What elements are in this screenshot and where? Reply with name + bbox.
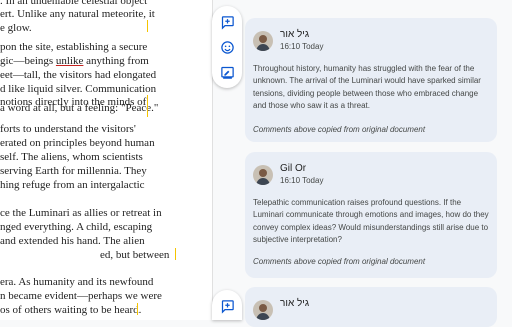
comment-anchor-marker[interactable] <box>147 95 148 117</box>
copied-comments-note: Comments above copied from original docu… <box>253 257 426 266</box>
document-line: ce the Luminari as allies or retreat in <box>0 207 162 219</box>
comment-card[interactable]: גיל אור <box>245 287 497 327</box>
document-line: os of others waiting to be heard. <box>0 304 142 316</box>
document-line: eet—tall, the visitors had elongated <box>0 69 157 81</box>
comment-text: Throughout history, humanity has struggl… <box>253 64 481 111</box>
emoji-reaction-button[interactable] <box>217 37 237 57</box>
side-toolbar-bottom <box>212 290 242 320</box>
add-comment-button[interactable] <box>217 296 237 316</box>
comment-anchor-marker[interactable] <box>175 248 176 260</box>
comment-author: גיל אור <box>280 29 310 40</box>
document-line: n became evident—perhaps we were <box>0 290 162 302</box>
document-pane[interactable]: . In an undeniable celestial object ert.… <box>0 0 212 320</box>
add-comment-button[interactable] <box>217 12 237 32</box>
comment-timestamp: 16:10 Today <box>280 42 324 51</box>
document-line: hing refuge from an intergalactic <box>0 179 145 191</box>
comment-text: Telepathic communication raises profound… <box>253 198 489 245</box>
add-comment-icon <box>221 15 234 30</box>
document-line: self. The aliens, whom scientists <box>0 151 143 163</box>
avatar <box>253 31 273 51</box>
comment-author: Gil Or <box>280 163 307 174</box>
comment-anchor-marker[interactable] <box>137 303 138 315</box>
comment-author: גיל אור <box>280 298 310 309</box>
document-line: serving Earth for millennia. They <box>0 165 147 177</box>
document-line: ert. Unlike any natural meteorite, it <box>0 8 155 20</box>
document-line: erated on principles beyond human <box>0 137 155 149</box>
document-line: e glow. <box>0 22 32 34</box>
add-comment-icon <box>221 299 234 314</box>
avatar <box>253 300 273 320</box>
document-line: nged everything. A child, escaping <box>0 221 153 233</box>
emoji-reaction-icon <box>220 40 234 54</box>
document-line: forts to understand the visitors' <box>0 123 136 135</box>
document-line: a word at all, but a feeling: "Peace." <box>0 102 159 114</box>
suggest-edit-icon <box>220 66 234 79</box>
side-toolbar <box>212 6 242 88</box>
comment-card[interactable]: גיל אור 16:10 Today Throughout history, … <box>245 18 497 142</box>
document-line: d like liquid silver. Communication <box>0 83 157 95</box>
comment-timestamp: 16:10 Today <box>280 176 324 185</box>
comment-anchor-marker[interactable] <box>147 20 148 32</box>
copied-comments-note: Comments above copied from original docu… <box>253 125 426 134</box>
document-line: era. As humanity and its newfound <box>0 276 154 288</box>
suggest-edit-button[interactable] <box>217 62 237 82</box>
document-line: pon the site, establishing a secure <box>0 41 148 53</box>
spelling-underlined-word[interactable]: unlike <box>56 55 84 67</box>
document-line: ed, but between <box>100 249 170 261</box>
document-line: and extended his hand. The alien <box>0 235 145 247</box>
avatar <box>253 165 273 185</box>
document-line: gic—beings unlike anything from <box>0 54 149 68</box>
comment-card[interactable]: Gil Or 16:10 Today Telepathic communicat… <box>245 152 497 278</box>
document-text: gic—beings <box>0 55 56 67</box>
document-text: anything from <box>83 55 149 67</box>
